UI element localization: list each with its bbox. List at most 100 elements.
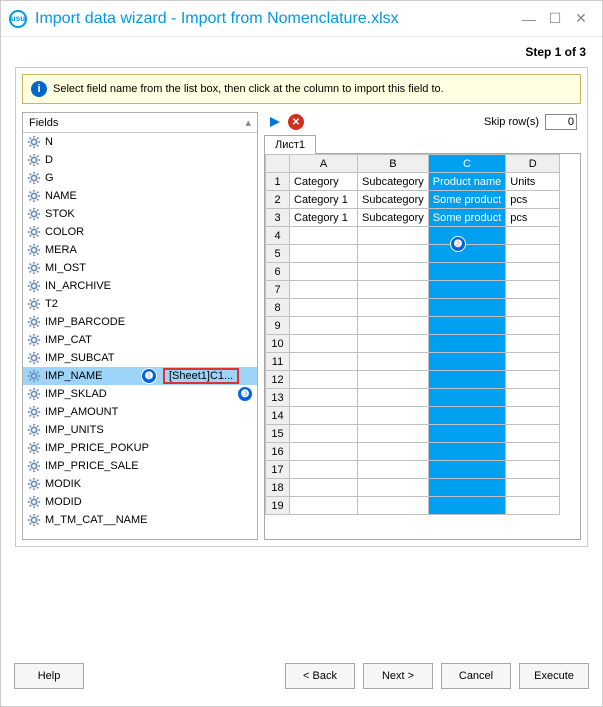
grid-cell[interactable]: pcs: [506, 191, 560, 209]
row-header[interactable]: 18: [266, 479, 290, 497]
column-header[interactable]: B: [358, 155, 429, 173]
grid-cell[interactable]: [290, 227, 358, 245]
row-header[interactable]: 17: [266, 461, 290, 479]
column-header[interactable]: C: [428, 155, 505, 173]
grid-cell[interactable]: [506, 461, 560, 479]
field-row[interactable]: MERA: [23, 241, 257, 259]
grid-cell[interactable]: [358, 425, 429, 443]
grid-cell[interactable]: [506, 479, 560, 497]
row-header[interactable]: 13: [266, 389, 290, 407]
grid-cell[interactable]: [290, 263, 358, 281]
row-header[interactable]: 6: [266, 263, 290, 281]
grid-cell[interactable]: [506, 335, 560, 353]
grid-cell[interactable]: [506, 443, 560, 461]
grid-cell[interactable]: [428, 389, 505, 407]
field-row[interactable]: IMP_AMOUNT: [23, 403, 257, 421]
field-row[interactable]: D: [23, 151, 257, 169]
grid-cell[interactable]: [428, 299, 505, 317]
grid-cell[interactable]: Subcategory: [358, 173, 429, 191]
grid-cell[interactable]: [290, 389, 358, 407]
cancel-button[interactable]: Cancel: [441, 663, 511, 689]
grid-cell[interactable]: [358, 263, 429, 281]
close-button[interactable]: ✕: [568, 6, 594, 32]
row-header[interactable]: 9: [266, 317, 290, 335]
grid-cell[interactable]: [506, 371, 560, 389]
grid-cell[interactable]: [428, 371, 505, 389]
grid-cell[interactable]: [506, 425, 560, 443]
row-header[interactable]: 15: [266, 425, 290, 443]
grid-cell[interactable]: [506, 227, 560, 245]
grid-cell[interactable]: [290, 461, 358, 479]
field-row[interactable]: IMP_PRICE_SALE: [23, 457, 257, 475]
field-row[interactable]: IMP_NAME❶[Sheet1]C1...: [23, 367, 257, 385]
grid-cell[interactable]: [506, 263, 560, 281]
play-icon[interactable]: [268, 115, 282, 129]
grid-cell[interactable]: [358, 371, 429, 389]
grid-cell[interactable]: Category 1: [290, 209, 358, 227]
grid-cell[interactable]: Some product: [428, 191, 505, 209]
grid-cell[interactable]: [290, 299, 358, 317]
grid-cell[interactable]: [290, 353, 358, 371]
field-row[interactable]: STOK: [23, 205, 257, 223]
grid-cell[interactable]: Category 1: [290, 191, 358, 209]
field-row[interactable]: N: [23, 133, 257, 151]
field-row[interactable]: COLOR: [23, 223, 257, 241]
grid-cell[interactable]: [428, 425, 505, 443]
grid-cell[interactable]: [358, 299, 429, 317]
row-header[interactable]: 4: [266, 227, 290, 245]
grid-cell[interactable]: [290, 407, 358, 425]
field-row[interactable]: MODID: [23, 493, 257, 511]
row-header[interactable]: 12: [266, 371, 290, 389]
field-row[interactable]: NAME: [23, 187, 257, 205]
field-row[interactable]: IMP_UNITS: [23, 421, 257, 439]
field-row[interactable]: IMP_SUBCAT: [23, 349, 257, 367]
grid-cell[interactable]: [506, 317, 560, 335]
grid-cell[interactable]: pcs: [506, 209, 560, 227]
grid-cell[interactable]: [358, 281, 429, 299]
grid-cell[interactable]: [358, 461, 429, 479]
spreadsheet-grid[interactable]: ABCD1CategorySubcategoryProduct nameUnit…: [265, 154, 560, 515]
grid-cell[interactable]: Subcategory: [358, 209, 429, 227]
grid-cell[interactable]: [358, 443, 429, 461]
field-row[interactable]: MI_OST: [23, 259, 257, 277]
grid-cell[interactable]: Subcategory: [358, 191, 429, 209]
row-header[interactable]: 14: [266, 407, 290, 425]
field-row[interactable]: MODIK: [23, 475, 257, 493]
sheet-tab[interactable]: Лист1: [264, 135, 316, 154]
execute-button[interactable]: Execute: [519, 663, 589, 689]
grid-cell[interactable]: [428, 227, 505, 245]
grid-cell[interactable]: [428, 245, 505, 263]
grid-cell[interactable]: [506, 245, 560, 263]
grid-wrap[interactable]: ABCD1CategorySubcategoryProduct nameUnit…: [264, 154, 581, 540]
grid-cell[interactable]: [506, 281, 560, 299]
grid-cell[interactable]: [358, 479, 429, 497]
grid-cell[interactable]: [428, 497, 505, 515]
grid-cell[interactable]: [428, 443, 505, 461]
field-row[interactable]: T2: [23, 295, 257, 313]
column-header[interactable]: D: [506, 155, 560, 173]
grid-cell[interactable]: [428, 263, 505, 281]
field-mapping[interactable]: [Sheet1]C1...: [163, 368, 239, 384]
grid-cell[interactable]: [358, 389, 429, 407]
row-header[interactable]: 19: [266, 497, 290, 515]
grid-cell[interactable]: [428, 479, 505, 497]
grid-cell[interactable]: [290, 335, 358, 353]
grid-cell[interactable]: [290, 479, 358, 497]
field-row[interactable]: IMP_PRICE_POKUP: [23, 439, 257, 457]
row-header[interactable]: 3: [266, 209, 290, 227]
delete-icon[interactable]: ✕: [288, 114, 304, 130]
row-header[interactable]: 8: [266, 299, 290, 317]
grid-cell[interactable]: Some product: [428, 209, 505, 227]
column-header[interactable]: A: [290, 155, 358, 173]
field-row[interactable]: IMP_SKLAD❸: [23, 385, 257, 403]
minimize-button[interactable]: —: [516, 6, 542, 32]
skip-rows-input[interactable]: [545, 114, 577, 130]
maximize-button[interactable]: ☐: [542, 6, 568, 32]
grid-cell[interactable]: [506, 497, 560, 515]
field-row[interactable]: IMP_CAT: [23, 331, 257, 349]
row-header[interactable]: 2: [266, 191, 290, 209]
grid-cell[interactable]: [290, 497, 358, 515]
grid-cell[interactable]: [290, 245, 358, 263]
grid-cell[interactable]: Units: [506, 173, 560, 191]
grid-cell[interactable]: [428, 317, 505, 335]
